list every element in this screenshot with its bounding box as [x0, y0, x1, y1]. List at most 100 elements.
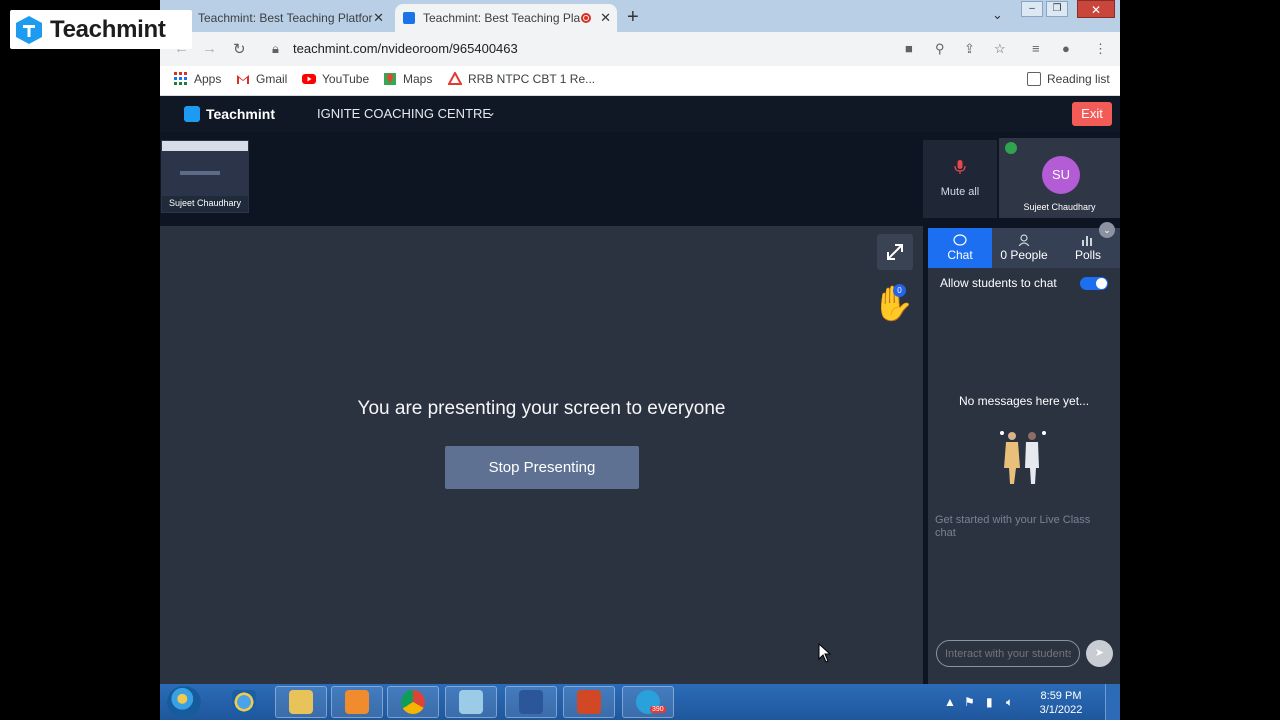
taskbar-explorer[interactable]: [275, 686, 327, 718]
menu-icon[interactable]: ⋮: [1094, 41, 1107, 57]
windows-taskbar: 390 ▲ ⚑ ▮ 🔈︎ 8:59 PM 3/1/2022: [160, 684, 1120, 720]
window-close-button[interactable]: ✕: [1077, 0, 1115, 18]
tab-label: 0 People: [1000, 248, 1048, 262]
taskbar-paint[interactable]: [445, 686, 497, 718]
watermark-text: Teachmint: [50, 15, 166, 43]
tab-label: Chat: [947, 248, 973, 262]
teachmint-logo-icon: [184, 106, 200, 122]
apps-grid-icon: [174, 72, 187, 85]
forward-arrow-icon[interactable]: →: [202, 40, 217, 57]
star-icon[interactable]: ☆: [994, 41, 1006, 57]
taskbar-media[interactable]: [331, 686, 383, 718]
telegram-badge: 390: [650, 706, 666, 713]
mic-on-icon: [1005, 142, 1017, 154]
paint-icon: [459, 690, 483, 714]
url-text[interactable]: teachmint.com/nvideoroom/965400463: [293, 41, 518, 56]
bookmark-youtube[interactable]: YouTube: [302, 72, 369, 86]
browser-tab-2[interactable]: Teachmint: Best Teaching Pla ✕: [395, 4, 617, 32]
camera-icon[interactable]: ■: [905, 41, 913, 56]
chat-bubble-icon: [953, 234, 967, 246]
reading-list-button[interactable]: Reading list: [1027, 72, 1110, 86]
bookmark-label: RRB NTPC CBT 1 Re...: [468, 72, 596, 86]
word-icon: [519, 690, 543, 714]
bookmark-apps[interactable]: Apps: [174, 72, 221, 86]
profile-icon[interactable]: ●: [1062, 41, 1070, 56]
tab-title: Teachmint: Best Teaching Pla: [423, 11, 581, 25]
bookmark-rrb[interactable]: RRB NTPC CBT 1 Re...: [448, 72, 595, 86]
new-tab-button[interactable]: +: [627, 6, 639, 29]
action-center-icon[interactable]: ⚑: [964, 695, 975, 709]
network-icon[interactable]: ▮: [986, 695, 993, 709]
clock-time: 8:59 PM: [1040, 690, 1082, 702]
chat-help-text: Get started with your Live Class chat: [935, 514, 1091, 539]
teachmint-watermark: Teachmint: [10, 10, 192, 49]
bookmarks-bar: Apps Gmail YouTube Maps RRB NTPC CBT 1 R…: [160, 66, 1120, 96]
chat-panel: Chat 0 People Polls ⌄ Allow students to …: [928, 222, 1120, 684]
close-icon[interactable]: ✕: [600, 10, 611, 26]
thumbnail-preview: [162, 141, 248, 196]
chevron-down-icon[interactable]: ⌄: [992, 7, 1003, 23]
media-player-icon: [345, 690, 369, 714]
stop-presenting-button[interactable]: Stop Presenting: [445, 446, 639, 489]
browser-tab-1[interactable]: Teachmint: Best Teaching Platfor ✕: [190, 4, 390, 32]
tab-label: Polls: [1074, 248, 1101, 262]
recording-icon: [581, 13, 591, 23]
browser-window: Teachmint: Best Teaching Platfor ✕ Teach…: [160, 0, 1120, 720]
bookmark-label: Apps: [194, 72, 222, 86]
lock-icon[interactable]: 🔒︎: [272, 41, 279, 57]
poll-bars-icon: [1082, 236, 1092, 246]
taskbar-word[interactable]: [505, 686, 557, 718]
warning-triangle-icon: [448, 72, 462, 85]
raised-hands-badge: 0: [893, 284, 906, 297]
avatar: SU: [1042, 156, 1080, 194]
tray-expand-icon[interactable]: ▲: [944, 695, 956, 709]
folder-icon: [289, 690, 313, 714]
screen-share-thumbnail[interactable]: Sujeet Chaudhary: [161, 140, 249, 213]
teachmint-brand: Teachmint: [184, 106, 275, 122]
mute-all-button[interactable]: Mute all: [923, 140, 997, 218]
send-button[interactable]: ➤: [1086, 640, 1113, 667]
address-bar: ← → ↻ 🔒︎ teachmint.com/nvideoroom/965400…: [160, 32, 1120, 66]
tab-people[interactable]: 0 People: [992, 228, 1056, 268]
chevron-down-icon[interactable]: ⌄: [1099, 222, 1115, 238]
reload-icon[interactable]: ↻: [233, 40, 246, 58]
search-icon[interactable]: ⚲: [935, 41, 945, 57]
taskbar-clock[interactable]: 8:59 PM 3/1/2022: [1029, 689, 1093, 717]
class-name-dropdown[interactable]: IGNITE COACHING CENTRE: [317, 106, 491, 121]
start-button[interactable]: [167, 686, 201, 718]
gmail-icon: [237, 75, 249, 84]
maximize-button[interactable]: ❐: [1046, 1, 1068, 17]
mouse-cursor-icon: [818, 643, 832, 663]
taskbar-powerpoint[interactable]: [563, 686, 615, 718]
teachmint-app: Teachmint IGNITE COACHING CENTRE ⌄ Exit …: [160, 96, 1120, 684]
teachmint-logo-icon: [16, 15, 42, 44]
mute-all-label: Mute all: [940, 186, 980, 198]
youtube-icon: [302, 74, 316, 84]
taskbar-telegram[interactable]: 390: [622, 686, 674, 718]
chat-input[interactable]: [936, 640, 1080, 667]
media-control-icon[interactable]: ≡: [1032, 41, 1040, 56]
ie-icon: [232, 690, 256, 714]
bookmark-label: Gmail: [256, 72, 288, 86]
participant-tile[interactable]: SU Sujeet Chaudhary: [999, 138, 1120, 218]
show-desktop-button[interactable]: [1105, 684, 1120, 720]
bookmark-gmail[interactable]: Gmail: [236, 72, 287, 86]
right-panel: Mute all SU Sujeet Chaudhary Chat 0 Peop…: [923, 132, 1120, 684]
exit-button[interactable]: Exit: [1072, 102, 1112, 126]
minimize-button[interactable]: –: [1021, 1, 1043, 17]
reading-list-icon: [1027, 72, 1041, 86]
bookmark-maps[interactable]: Maps: [383, 72, 432, 86]
taskbar-ie[interactable]: [218, 686, 270, 718]
share-icon[interactable]: ⇪: [964, 41, 975, 57]
allow-chat-toggle[interactable]: [1080, 277, 1108, 290]
people-icon: [1018, 234, 1030, 246]
fullscreen-button[interactable]: [877, 234, 913, 270]
tab-chat[interactable]: Chat: [928, 228, 992, 268]
presentation-area: ✋ 0 You are presenting your screen to ev…: [160, 226, 923, 684]
taskbar-chrome[interactable]: [387, 686, 439, 718]
participant-name: Sujeet Chaudhary: [1023, 202, 1096, 212]
close-icon[interactable]: ✕: [373, 10, 384, 26]
chevron-down-icon[interactable]: ⌄: [486, 105, 496, 119]
volume-icon[interactable]: 🔈︎: [1006, 695, 1013, 710]
powerpoint-icon: [577, 690, 601, 714]
